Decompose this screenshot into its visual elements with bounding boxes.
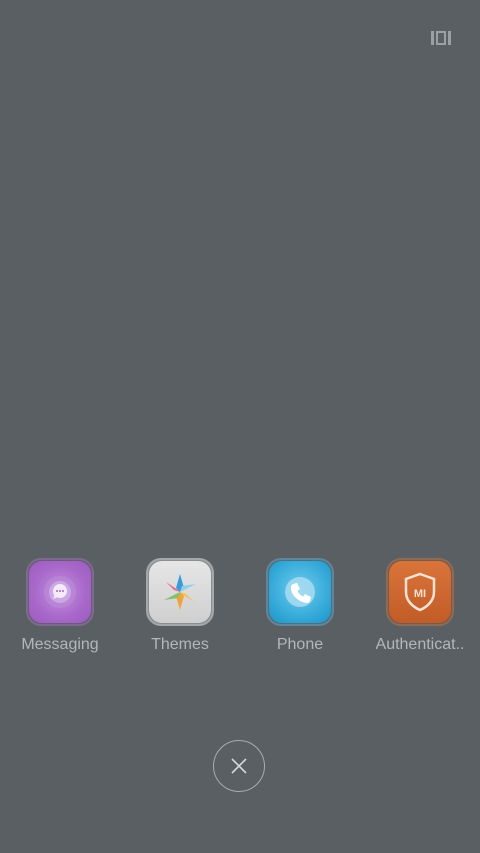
messaging-icon — [26, 558, 94, 626]
phone-handset-icon — [266, 558, 334, 626]
close-all-button[interactable] — [213, 740, 265, 792]
app-card-authenticator[interactable]: MI Authenticat.. — [365, 558, 475, 658]
themes-pinwheel-icon — [146, 558, 214, 626]
app-label-phone: Phone — [276, 636, 324, 653]
close-icon — [231, 758, 247, 774]
recent-apps-list: Messaging Themes Phone MI Authenticat.. — [0, 558, 480, 668]
app-card-phone[interactable]: Phone — [245, 558, 355, 658]
tile-view-icon[interactable] — [430, 28, 452, 48]
recent-apps-screen: Messaging Themes Phone MI Authenticat.. — [0, 0, 480, 853]
app-label-themes: Themes — [151, 636, 209, 653]
app-card-messaging[interactable]: Messaging — [5, 558, 115, 658]
svg-text:MI: MI — [414, 588, 426, 600]
app-card-themes[interactable]: Themes — [125, 558, 235, 658]
mi-shield-icon: MI — [386, 558, 454, 626]
app-label-authenticator: Authenticat.. — [375, 636, 465, 653]
app-label-messaging: Messaging — [21, 636, 99, 653]
